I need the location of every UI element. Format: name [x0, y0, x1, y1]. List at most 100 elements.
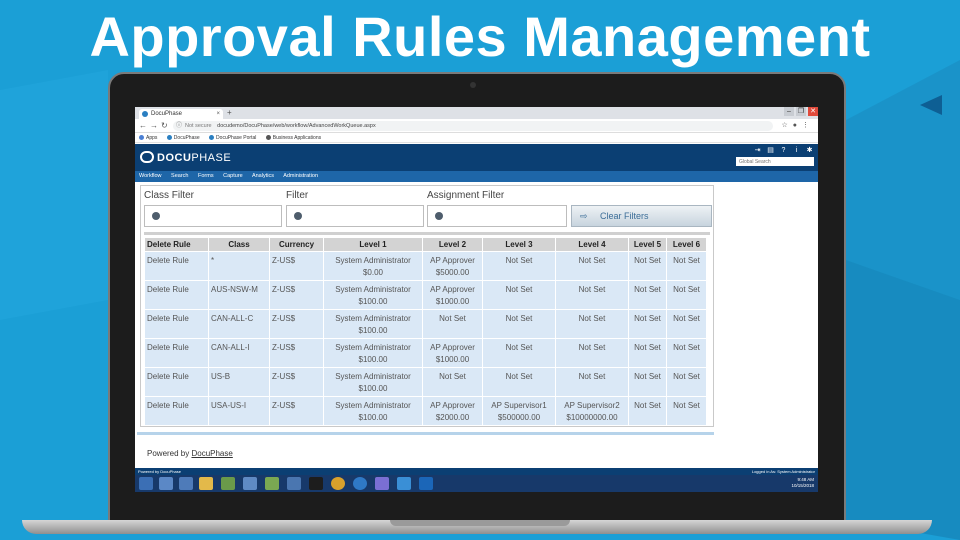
level-1-cell[interactable]: System Administrator $100.00: [324, 281, 422, 309]
docuphase-logo[interactable]: DOCUPHASE: [140, 151, 231, 165]
back-arrow-icon[interactable]: ←: [139, 121, 147, 130]
settings-gear-icon[interactable]: ✱: [805, 146, 814, 155]
level-2-cell[interactable]: AP Approver $1000.00: [423, 339, 482, 367]
level-6-cell[interactable]: Not Set: [667, 397, 706, 425]
level-3-cell[interactable]: Not Set: [483, 281, 555, 309]
chrome-icon[interactable]: [331, 477, 345, 490]
taskbar-clock[interactable]: 9:48 AM 10/15/2018: [791, 477, 814, 489]
taskbar-app-icon[interactable]: [221, 477, 235, 490]
level-6-cell[interactable]: Not Set: [667, 310, 706, 338]
level-5-cell[interactable]: Not Set: [629, 252, 666, 280]
level-2-cell[interactable]: AP Approver $1000.00: [423, 281, 482, 309]
menu-forms[interactable]: Forms: [198, 173, 214, 179]
logout-icon[interactable]: ⇥: [753, 146, 762, 155]
bookmark-docuphase-portal[interactable]: DocuPhase Portal: [209, 135, 256, 141]
approver-name: AP Supervisor2: [564, 401, 620, 410]
terminal-icon[interactable]: [309, 477, 323, 490]
level-3-cell[interactable]: AP Supervisor1 $500000.00: [483, 397, 555, 425]
close-window-button[interactable]: ✕: [808, 107, 818, 116]
level-6-cell[interactable]: Not Set: [667, 368, 706, 396]
help-icon[interactable]: ?: [779, 146, 788, 155]
taskbar-app-icon[interactable]: [375, 477, 389, 490]
level-5-cell[interactable]: Not Set: [629, 397, 666, 425]
level-4-cell[interactable]: Not Set: [556, 281, 628, 309]
rules-table-body: Delete Rule * Z-US$ System Administrator $0.…: [145, 252, 706, 425]
start-icon[interactable]: [139, 477, 153, 490]
bookmark-business-applications[interactable]: Business Applications: [265, 135, 321, 141]
level-6-cell[interactable]: Not Set: [667, 339, 706, 367]
reports-icon[interactable]: ▤: [766, 146, 775, 155]
level-3-cell[interactable]: Not Set: [483, 252, 555, 280]
ie-icon[interactable]: [353, 477, 367, 490]
menu-workflow[interactable]: Workflow: [139, 173, 162, 179]
level-1-cell[interactable]: System Administrator $100.00: [324, 310, 422, 338]
approval-rules-table: Delete Rule Class Currency Level 1 Level…: [144, 237, 707, 426]
level-1-cell[interactable]: System Administrator $0.00: [324, 252, 422, 280]
level-2-cell[interactable]: Not Set: [423, 310, 482, 338]
menu-analytics[interactable]: Analytics: [252, 173, 274, 179]
filter-input[interactable]: [286, 205, 424, 227]
search-app-icon[interactable]: [243, 477, 257, 490]
level-4-cell[interactable]: Not Set: [556, 339, 628, 367]
level-3-cell[interactable]: Not Set: [483, 339, 555, 367]
level-4-cell[interactable]: AP Supervisor2 $10000000.00: [556, 397, 628, 425]
taskbar-app-icon[interactable]: [265, 477, 279, 490]
level-3-cell[interactable]: Not Set: [483, 310, 555, 338]
vscode-icon[interactable]: [397, 477, 411, 490]
file-explorer-icon[interactable]: [199, 477, 213, 490]
approver-name: Not Set: [505, 372, 533, 381]
level-1-cell[interactable]: System Administrator $100.00: [324, 368, 422, 396]
menu-search[interactable]: Search: [171, 173, 188, 179]
info-icon[interactable]: i: [792, 146, 801, 155]
maximize-button[interactable]: ❐: [796, 107, 806, 116]
approver-name: Not Set: [505, 314, 533, 323]
level-1-cell[interactable]: System Administrator $100.00: [324, 339, 422, 367]
approval-rules-panel: Class Filter Filter Assignment Filter ⇨ …: [140, 185, 714, 427]
level-5-cell[interactable]: Not Set: [629, 281, 666, 309]
delete-rule-link[interactable]: Delete Rule: [145, 310, 208, 338]
delete-rule-link[interactable]: Delete Rule: [145, 252, 208, 280]
minimize-button[interactable]: –: [784, 107, 794, 116]
browser-tab[interactable]: DocuPhase ×: [139, 109, 223, 119]
delete-rule-link[interactable]: Delete Rule: [145, 339, 208, 367]
bookmark-docuphase[interactable]: DocuPhase: [166, 135, 200, 141]
level-2-cell[interactable]: AP Approver $2000.00: [423, 397, 482, 425]
clear-filters-button[interactable]: ⇨ Clear Filters: [571, 205, 712, 227]
level-4-cell[interactable]: Not Set: [556, 310, 628, 338]
level-5-cell[interactable]: Not Set: [629, 339, 666, 367]
level-4-cell[interactable]: Not Set: [556, 368, 628, 396]
taskbar-app-icon[interactable]: [287, 477, 301, 490]
browser-menu-icons[interactable]: ☆●⋮: [781, 121, 814, 129]
status-powered-by: Powered by DocuPhase: [138, 469, 181, 474]
assignment-filter-input[interactable]: [427, 205, 567, 227]
class-filter-input[interactable]: [144, 205, 282, 227]
bookmark-apps[interactable]: Apps: [139, 135, 157, 141]
forward-arrow-icon[interactable]: →: [150, 121, 158, 130]
taskbar-app-icon[interactable]: [159, 477, 173, 490]
docuphase-link[interactable]: DocuPhase: [191, 449, 232, 458]
level-5-cell[interactable]: Not Set: [629, 310, 666, 338]
col-delete-rule: Delete Rule: [145, 238, 208, 251]
level-6-cell[interactable]: Not Set: [667, 281, 706, 309]
outlook-icon[interactable]: [419, 477, 433, 490]
delete-rule-link[interactable]: Delete Rule: [145, 281, 208, 309]
tab-close-icon[interactable]: ×: [216, 109, 220, 119]
reload-icon[interactable]: ↻: [161, 121, 168, 130]
globe-icon: [294, 212, 302, 220]
url-bar[interactable]: ⓘ Not secure docudemo/DocuPhase/web/work…: [173, 121, 773, 131]
delete-rule-link[interactable]: Delete Rule: [145, 368, 208, 396]
menu-capture[interactable]: Capture: [223, 173, 243, 179]
menu-administration[interactable]: Administration: [283, 173, 318, 179]
level-1-cell[interactable]: System Administrator $100.00: [324, 397, 422, 425]
currency-cell: Z-US$: [270, 368, 323, 396]
level-5-cell[interactable]: Not Set: [629, 368, 666, 396]
level-4-cell[interactable]: Not Set: [556, 252, 628, 280]
level-2-cell[interactable]: AP Approver $5000.00: [423, 252, 482, 280]
level-2-cell[interactable]: Not Set: [423, 368, 482, 396]
global-search-input[interactable]: [736, 157, 814, 166]
level-3-cell[interactable]: Not Set: [483, 368, 555, 396]
level-6-cell[interactable]: Not Set: [667, 252, 706, 280]
taskbar-app-icon[interactable]: [179, 477, 193, 490]
new-tab-button[interactable]: +: [227, 108, 232, 117]
delete-rule-link[interactable]: Delete Rule: [145, 397, 208, 425]
